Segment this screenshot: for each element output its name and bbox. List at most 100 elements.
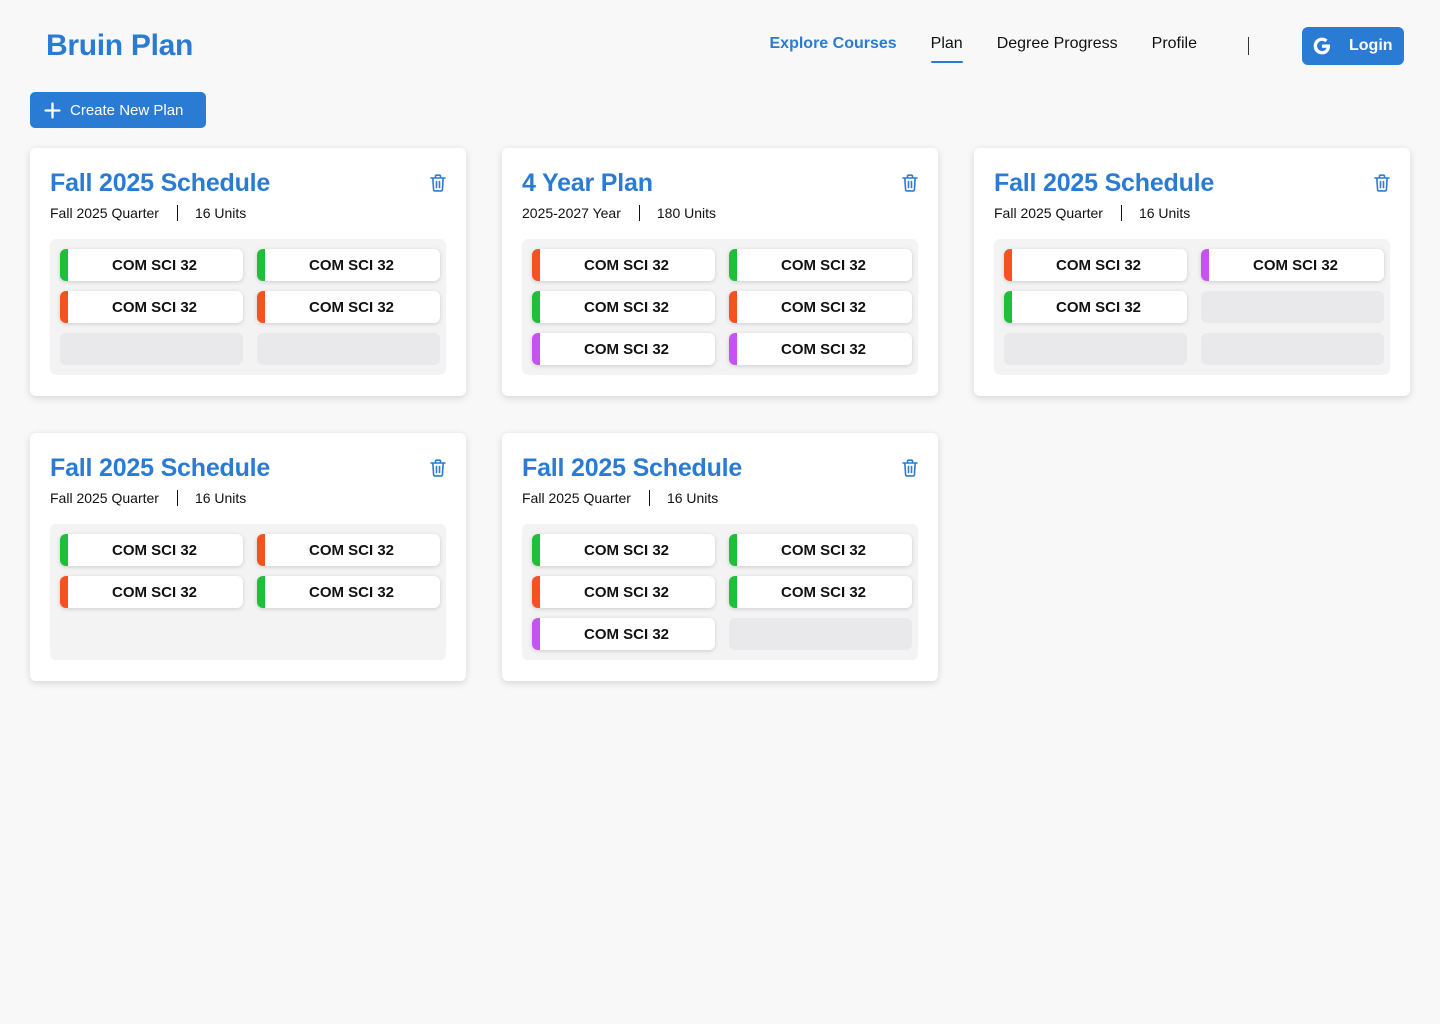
course-chip[interactable]: COM SCI 32 <box>729 333 912 365</box>
empty-course-slot[interactable] <box>60 333 243 365</box>
course-chip[interactable]: COM SCI 32 <box>532 249 715 281</box>
nav-explore-courses[interactable]: Explore Courses <box>770 35 897 63</box>
course-name: COM SCI 32 <box>583 583 670 601</box>
course-chip[interactable]: COM SCI 32 <box>532 333 715 365</box>
meta-divider <box>638 205 640 221</box>
course-color-bar <box>1004 291 1012 323</box>
course-color-bar <box>60 249 68 281</box>
plan-meta: Fall 2025 Quarter 16 Units <box>522 490 918 506</box>
course-chip[interactable]: COM SCI 32 <box>60 576 243 608</box>
course-name: COM SCI 32 <box>780 298 867 316</box>
course-color-bar <box>729 249 737 281</box>
plan-title[interactable]: Fall 2025 Schedule <box>522 453 918 483</box>
brand-logo[interactable]: Bruin Plan <box>46 29 193 63</box>
delete-plan-button[interactable] <box>1374 174 1390 192</box>
course-chip[interactable]: COM SCI 32 <box>257 576 440 608</box>
trash-icon <box>1374 174 1390 192</box>
trash-icon <box>430 459 446 477</box>
delete-plan-button[interactable] <box>430 174 446 192</box>
course-color-bar <box>532 291 540 323</box>
course-name: COM SCI 32 <box>308 298 395 316</box>
create-new-plan-button[interactable]: Create New Plan <box>30 92 206 128</box>
course-color-bar <box>532 249 540 281</box>
plus-icon <box>44 101 61 119</box>
plan-title[interactable]: Fall 2025 Schedule <box>50 453 446 483</box>
empty-course-slot[interactable] <box>1201 333 1384 365</box>
course-chip[interactable]: COM SCI 32 <box>532 618 715 650</box>
nav-degree-progress[interactable]: Degree Progress <box>997 35 1118 63</box>
course-chip[interactable]: COM SCI 32 <box>60 249 243 281</box>
course-chip[interactable]: COM SCI 32 <box>257 249 440 281</box>
course-name: COM SCI 32 <box>111 298 198 316</box>
plan-period: 2025-2027 Year <box>522 205 621 221</box>
delete-plan-button[interactable] <box>430 459 446 477</box>
course-name: COM SCI 32 <box>583 340 670 358</box>
course-color-bar <box>257 249 265 281</box>
course-chip[interactable]: COM SCI 32 <box>1004 291 1187 323</box>
course-chip[interactable]: COM SCI 32 <box>729 249 912 281</box>
plan-card[interactable]: Fall 2025 Schedule Fall 2025 Quarter 16 … <box>502 433 938 681</box>
plan-card[interactable]: Fall 2025 Schedule Fall 2025 Quarter 16 … <box>30 433 466 681</box>
course-chip[interactable]: COM SCI 32 <box>60 534 243 566</box>
plan-period: Fall 2025 Quarter <box>522 490 631 506</box>
plan-card[interactable]: Fall 2025 Schedule Fall 2025 Quarter 16 … <box>974 148 1410 396</box>
empty-course-slot[interactable] <box>1004 333 1187 365</box>
course-chip[interactable]: COM SCI 32 <box>1004 249 1187 281</box>
delete-plan-button[interactable] <box>902 459 918 477</box>
course-chip[interactable]: COM SCI 32 <box>532 291 715 323</box>
course-color-bar <box>60 534 68 566</box>
course-grid: COM SCI 32 COM SCI 32 COM SCI 32 COM SCI… <box>522 239 918 375</box>
plan-period: Fall 2025 Quarter <box>994 205 1103 221</box>
course-grid: COM SCI 32 COM SCI 32 COM SCI 32 COM SCI… <box>522 524 918 660</box>
google-icon <box>1313 37 1330 55</box>
empty-course-slot[interactable] <box>257 333 440 365</box>
trash-icon <box>902 459 918 477</box>
course-chip[interactable]: COM SCI 32 <box>60 291 243 323</box>
course-name: COM SCI 32 <box>780 340 867 358</box>
course-chip[interactable]: COM SCI 32 <box>729 534 912 566</box>
meta-divider <box>648 490 650 506</box>
nav-plan[interactable]: Plan <box>930 35 963 63</box>
course-chip[interactable]: COM SCI 32 <box>1201 249 1384 281</box>
plan-card[interactable]: Fall 2025 Schedule Fall 2025 Quarter 16 … <box>30 148 466 396</box>
course-chip[interactable]: COM SCI 32 <box>729 291 912 323</box>
plan-card[interactable]: 4 Year Plan 2025-2027 Year 180 Units COM… <box>502 148 938 396</box>
meta-divider <box>1120 205 1122 221</box>
course-color-bar <box>60 576 68 608</box>
empty-course-slot[interactable] <box>1201 291 1384 323</box>
empty-course-slot[interactable] <box>729 618 912 650</box>
course-chip[interactable]: COM SCI 32 <box>532 534 715 566</box>
plan-title[interactable]: Fall 2025 Schedule <box>50 168 446 198</box>
course-chip[interactable]: COM SCI 32 <box>532 576 715 608</box>
trash-icon <box>902 174 918 192</box>
course-color-bar <box>532 333 540 365</box>
nav-profile[interactable]: Profile <box>1152 35 1197 63</box>
login-button[interactable]: Login <box>1302 27 1404 65</box>
create-new-plan-label: Create New Plan <box>70 101 184 119</box>
course-color-bar <box>257 534 265 566</box>
course-color-bar <box>532 576 540 608</box>
plan-meta: Fall 2025 Quarter 16 Units <box>994 205 1390 221</box>
course-color-bar <box>729 333 737 365</box>
delete-plan-button[interactable] <box>902 174 918 192</box>
plan-units: 16 Units <box>194 205 247 221</box>
plan-title[interactable]: 4 Year Plan <box>522 168 918 198</box>
nav-divider <box>1248 37 1249 55</box>
course-name: COM SCI 32 <box>308 583 395 601</box>
course-color-bar <box>1201 249 1209 281</box>
course-chip[interactable]: COM SCI 32 <box>257 291 440 323</box>
course-name: COM SCI 32 <box>780 583 867 601</box>
plan-period: Fall 2025 Quarter <box>50 205 159 221</box>
meta-divider <box>176 205 178 221</box>
login-label: Login <box>1349 37 1393 54</box>
course-color-bar <box>729 291 737 323</box>
course-color-bar <box>729 534 737 566</box>
plan-period: Fall 2025 Quarter <box>50 490 159 506</box>
plan-meta: Fall 2025 Quarter 16 Units <box>50 205 446 221</box>
course-chip[interactable]: COM SCI 32 <box>729 576 912 608</box>
plan-title[interactable]: Fall 2025 Schedule <box>994 168 1390 198</box>
course-chip[interactable]: COM SCI 32 <box>257 534 440 566</box>
course-name: COM SCI 32 <box>308 256 395 274</box>
plan-units: 16 Units <box>1138 205 1191 221</box>
course-name: COM SCI 32 <box>583 298 670 316</box>
